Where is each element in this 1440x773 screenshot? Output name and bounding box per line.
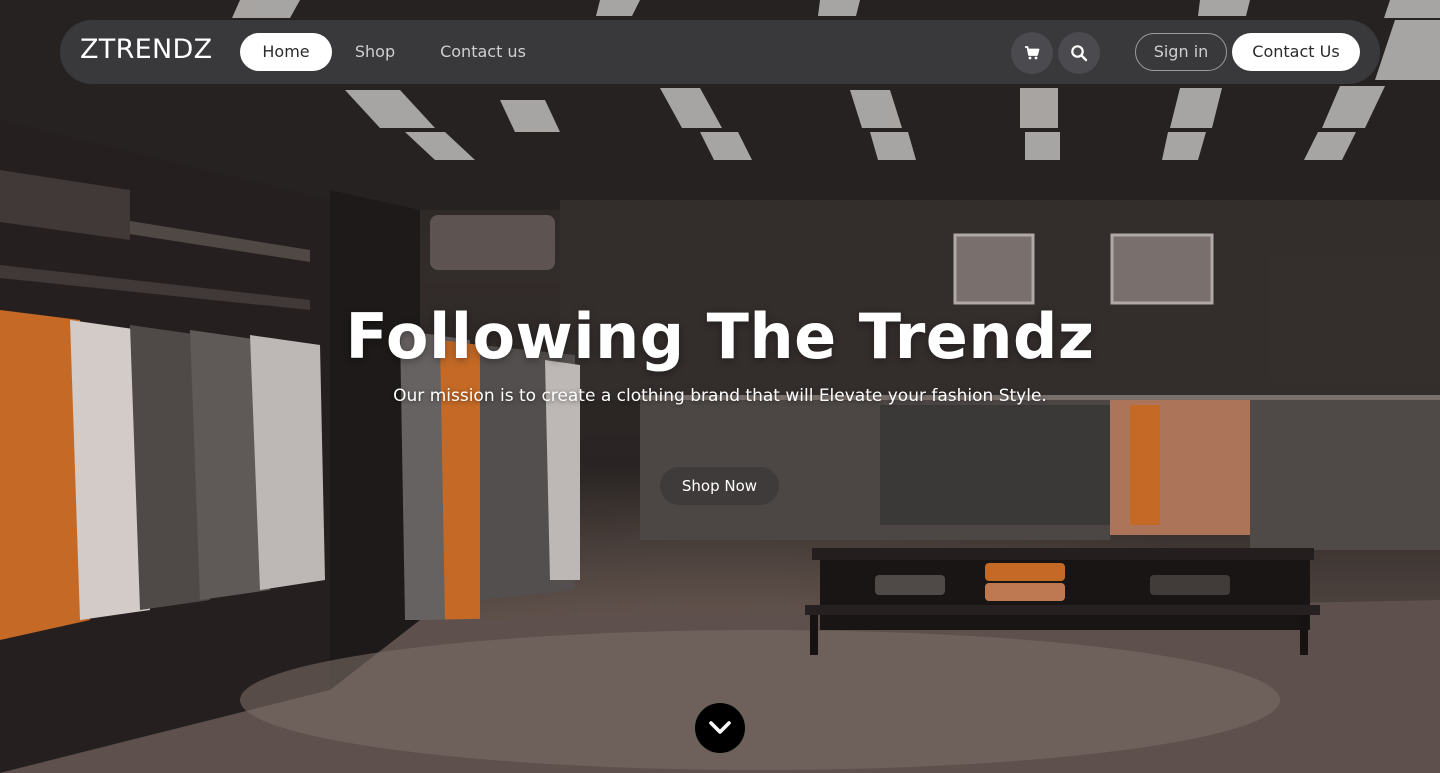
top-navbar: ZTRENDZ Home Shop Contact us Sign in Con…	[60, 20, 1380, 84]
hero-subtitle: Our mission is to create a clothing bran…	[393, 386, 1047, 406]
search-icon	[1071, 45, 1088, 62]
chevron-down-icon	[709, 721, 731, 734]
shop-now-button[interactable]: Shop Now	[660, 467, 779, 505]
search-button[interactable]	[1058, 32, 1100, 74]
brand-logo[interactable]: ZTRENDZ	[80, 34, 212, 65]
nav-link-home[interactable]: Home	[240, 33, 332, 71]
nav-link-shop[interactable]: Shop	[350, 33, 400, 71]
cart-icon	[1025, 46, 1040, 60]
nav-link-contact-us[interactable]: Contact us	[438, 33, 528, 71]
sign-in-button[interactable]: Sign in	[1135, 33, 1227, 71]
scroll-down-button[interactable]	[695, 703, 745, 753]
contact-us-button[interactable]: Contact Us	[1232, 33, 1360, 71]
cart-button[interactable]	[1011, 32, 1053, 74]
hero-headline: Following The Trendz	[345, 300, 1095, 373]
